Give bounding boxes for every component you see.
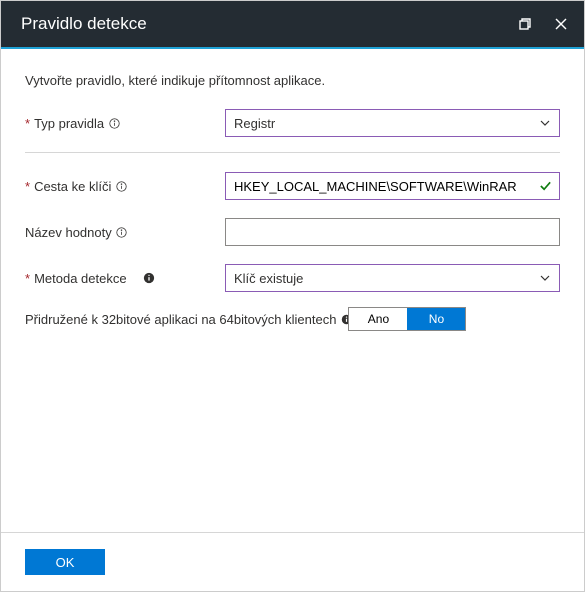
value-name-label-text: Název hodnoty (25, 225, 112, 240)
key-path-row: * Cesta ke klíči (25, 169, 560, 203)
value-name-input[interactable] (225, 218, 560, 246)
method-label: * Metoda detekce (25, 271, 225, 286)
dialog-footer: OK (1, 532, 584, 591)
assoc-label: Přidružené k 32bitové aplikaci na 64bito… (25, 312, 352, 327)
toggle-yes-button[interactable]: Ano (349, 308, 407, 330)
rule-type-value: Registr (234, 116, 275, 131)
dialog-content: Vytvořte pravidlo, které indikuje přítom… (1, 49, 584, 341)
restore-icon[interactable] (516, 15, 534, 33)
key-path-label-text: Cesta ke klíči (34, 179, 111, 194)
info-icon[interactable] (108, 117, 120, 129)
info-icon[interactable] (143, 272, 155, 284)
key-path-input[interactable] (225, 172, 560, 200)
value-name-label: Název hodnoty (25, 225, 225, 240)
assoc-row: Přidružené k 32bitové aplikaci na 64bito… (25, 307, 560, 331)
method-label-text: Metoda detekce (34, 271, 127, 286)
chevron-down-icon (539, 117, 551, 129)
check-icon (539, 180, 552, 193)
dialog-title: Pravidlo detekce (21, 14, 147, 34)
method-select[interactable]: Klíč existuje (225, 264, 560, 292)
ok-button[interactable]: OK (25, 549, 105, 575)
rule-type-row: * Typ pravidla Registr (25, 106, 560, 140)
rule-type-label-text: Typ pravidla (34, 116, 104, 131)
info-icon[interactable] (115, 180, 127, 192)
assoc-toggle: Ano No (348, 307, 466, 331)
required-indicator: * (25, 116, 30, 131)
dialog-header: Pravidlo detekce (1, 1, 584, 49)
required-indicator: * (25, 271, 30, 286)
key-path-label: * Cesta ke klíči (25, 179, 225, 194)
info-icon[interactable] (116, 226, 128, 238)
value-name-row: Název hodnoty (25, 215, 560, 249)
method-value: Klíč existuje (234, 271, 303, 286)
close-icon[interactable] (552, 15, 570, 33)
rule-type-label: * Typ pravidla (25, 116, 225, 131)
divider (25, 152, 560, 153)
method-row: * Metoda detekce Klíč existuje (25, 261, 560, 295)
toggle-no-button[interactable]: No (407, 308, 465, 330)
assoc-label-text: Přidružené k 32bitové aplikaci na 64bito… (25, 312, 336, 327)
required-indicator: * (25, 179, 30, 194)
chevron-down-icon (539, 272, 551, 284)
dialog-subtitle: Vytvořte pravidlo, které indikuje přítom… (25, 73, 560, 88)
header-actions (516, 15, 570, 33)
rule-type-select[interactable]: Registr (225, 109, 560, 137)
